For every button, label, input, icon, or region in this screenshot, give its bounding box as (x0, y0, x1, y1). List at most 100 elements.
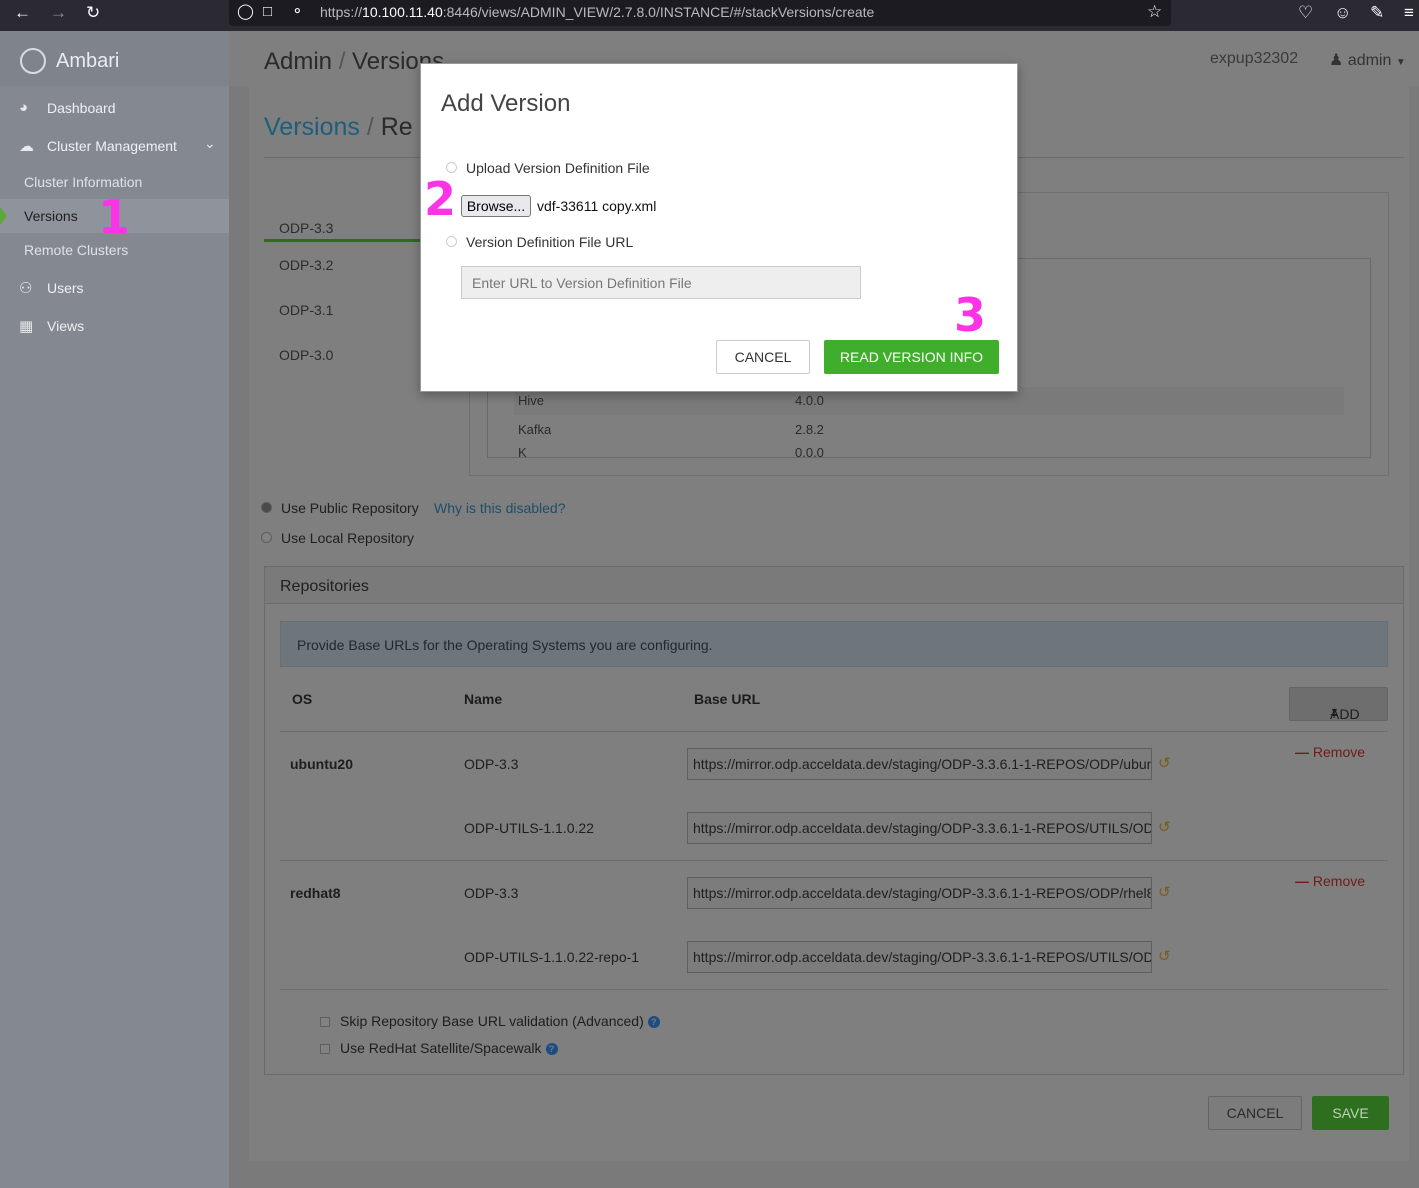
annotation-step-1: 1 (98, 190, 131, 244)
account-icon[interactable]: ☺ (1334, 3, 1351, 23)
breadcrumb-admin[interactable]: Admin (264, 48, 332, 75)
info-text: Provide Base URLs for the Operating Syst… (297, 637, 713, 653)
browser-toolbar: ← → ↻ ◯ □ ⚬ https://10.100.11.40:8446/vi… (0, 0, 1419, 31)
forward-arrow-icon[interactable]: → (50, 3, 67, 23)
tab-odp-3-0[interactable]: ODP-3.0 (279, 347, 333, 363)
sidebar-item-cluster-information[interactable]: Cluster Information (24, 174, 142, 190)
service-name: K (518, 447, 527, 457)
sidebar-item-remote-clusters[interactable]: Remote Clusters (24, 242, 128, 258)
chevron-down-icon[interactable]: ⌄ (204, 135, 216, 152)
active-indicator (0, 207, 7, 225)
public-repo-radio[interactable] (261, 502, 272, 513)
column-header-name: Name (464, 691, 503, 707)
repositories-title: Repositories (280, 578, 369, 595)
repo-name: ODP-3.3 (464, 885, 519, 901)
tab-odp-3-1[interactable]: ODP-3.1 (279, 302, 333, 318)
modal-title: Add Version (441, 90, 571, 117)
service-name: Kafka (518, 422, 552, 437)
os-name: redhat8 (290, 885, 341, 901)
repo-name: ODP-3.3 (464, 756, 519, 772)
users-icon: ⚇ (19, 280, 33, 297)
service-name: Hive (518, 393, 545, 408)
address-bar[interactable]: ◯ □ ⚬ https://10.100.11.40:8446/views/AD… (229, 0, 1171, 26)
remove-os-link[interactable]: — Remove (1295, 873, 1365, 889)
sidebar-logo[interactable]: Ambari (0, 31, 229, 86)
divider (280, 860, 1388, 861)
repo-name: ODP-UTILS-1.1.0.22 (464, 820, 594, 836)
modal-cancel-button[interactable]: CANCEL (716, 340, 810, 374)
satellite-checkbox[interactable] (320, 1044, 330, 1054)
undo-icon[interactable]: ↺ (1158, 754, 1171, 772)
bookmark-star-icon[interactable]: ☆ (1147, 2, 1162, 22)
minus-icon: — (1295, 744, 1309, 760)
satellite-label: Use RedHat Satellite/Spacewalk? (340, 1040, 558, 1056)
vdf-url-label: Version Definition File URL (466, 234, 634, 250)
skip-validation-checkbox[interactable] (320, 1017, 330, 1027)
app-name: Ambari (56, 50, 120, 72)
dashboard-icon: ◕ (19, 99, 29, 116)
extensions-icon[interactable]: ✎ (1370, 3, 1384, 23)
tab-odp-3-3[interactable]: ODP-3.3 (279, 220, 333, 236)
selected-file-name: vdf-33611 copy.xml (537, 198, 657, 214)
annotation-step-3: 3 (954, 288, 987, 342)
annotation-step-2: 2 (424, 172, 457, 226)
sidebar-item-users[interactable]: ⚇ Users (0, 271, 229, 305)
grid-icon: ▦ (19, 318, 34, 335)
public-repo-label: Use Public Repository (281, 500, 419, 516)
repositories-header: Repositories (265, 567, 1403, 604)
repositories-panel: Repositories Provide Base URLs for the O… (264, 566, 1404, 1075)
help-icon[interactable]: ? (647, 1016, 660, 1029)
tab-odp-3-2[interactable]: ODP-3.2 (279, 257, 333, 273)
info-alert: Provide Base URLs for the Operating Syst… (280, 621, 1388, 667)
versions-link[interactable]: Versions (264, 113, 360, 141)
base-url-input[interactable]: https://mirror.odp.acceldata.dev/staging… (687, 941, 1152, 973)
skip-validation-label: Skip Repository Base URL validation (Adv… (340, 1013, 660, 1029)
undo-icon[interactable]: ↺ (1158, 947, 1171, 965)
undo-icon[interactable]: ↺ (1158, 818, 1171, 836)
base-url-input[interactable]: https://mirror.odp.acceldata.dev/staging… (687, 748, 1152, 780)
local-repo-label: Use Local Repository (281, 530, 415, 546)
pocket-icon[interactable]: ♡ (1298, 3, 1313, 23)
ambari-logo-icon (20, 48, 46, 74)
sidebar-item-views[interactable]: ▦ Views (0, 309, 229, 343)
sidebar-item-label: Users (47, 280, 84, 296)
sidebar-item-dashboard[interactable]: ◕ Dashboard (0, 91, 229, 125)
service-version: 4.0.0 (795, 393, 824, 408)
reload-icon[interactable]: ↻ (86, 3, 100, 23)
sidebar-item-label: Views (47, 318, 85, 334)
user-icon: ♟ (1329, 52, 1344, 69)
browse-button[interactable]: Browse... (461, 195, 531, 217)
why-disabled-link[interactable]: Why is this disabled? (434, 500, 566, 516)
shield-icon[interactable]: ◯ (237, 2, 254, 22)
remove-label: Remove (1312, 744, 1366, 760)
help-icon[interactable]: ? (545, 1043, 558, 1056)
service-version: 0.0.0 (795, 447, 824, 457)
url-text: https://10.100.11.40:8446/views/ADMIN_VI… (320, 4, 875, 20)
vdf-url-radio[interactable] (446, 236, 457, 247)
key-icon[interactable]: ⚬ (291, 2, 304, 22)
undo-icon[interactable]: ↺ (1158, 883, 1171, 901)
sidebar-item-cluster-management[interactable]: ☁ Cluster Management ⌄ (0, 129, 229, 163)
back-arrow-icon[interactable]: ← (14, 3, 31, 23)
add-os-button[interactable]: + ADD ▼ (1289, 687, 1388, 722)
divider (280, 731, 1388, 732)
table-row: Kafka 2.8.2 (514, 416, 1344, 444)
local-repo-radio[interactable] (261, 532, 272, 543)
caret-down-icon: ▼ (1330, 706, 1339, 716)
os-name: ubuntu20 (290, 756, 353, 772)
upload-file-label: Upload Version Definition File (466, 160, 650, 176)
remove-os-link[interactable]: — Remove (1295, 744, 1365, 760)
minus-icon: — (1295, 873, 1309, 889)
page-title-rest: Re (380, 113, 413, 141)
base-url-input[interactable]: https://mirror.odp.acceldata.dev/staging… (687, 812, 1152, 844)
lock-icon[interactable]: □ (263, 2, 272, 22)
save-button[interactable]: SAVE (1312, 1096, 1389, 1130)
breadcrumb: Admin / Versions (264, 48, 445, 75)
cancel-button[interactable]: CANCEL (1208, 1096, 1302, 1130)
user-menu[interactable]: ♟ admin ▼ (1329, 50, 1406, 70)
read-version-info-button[interactable]: READ VERSION INFO (824, 340, 999, 374)
vdf-url-input[interactable]: Enter URL to Version Definition File (461, 266, 861, 299)
service-version: 2.8.2 (795, 422, 824, 437)
base-url-input[interactable]: https://mirror.odp.acceldata.dev/staging… (687, 877, 1152, 909)
menu-icon[interactable]: ≡ (1404, 3, 1414, 23)
